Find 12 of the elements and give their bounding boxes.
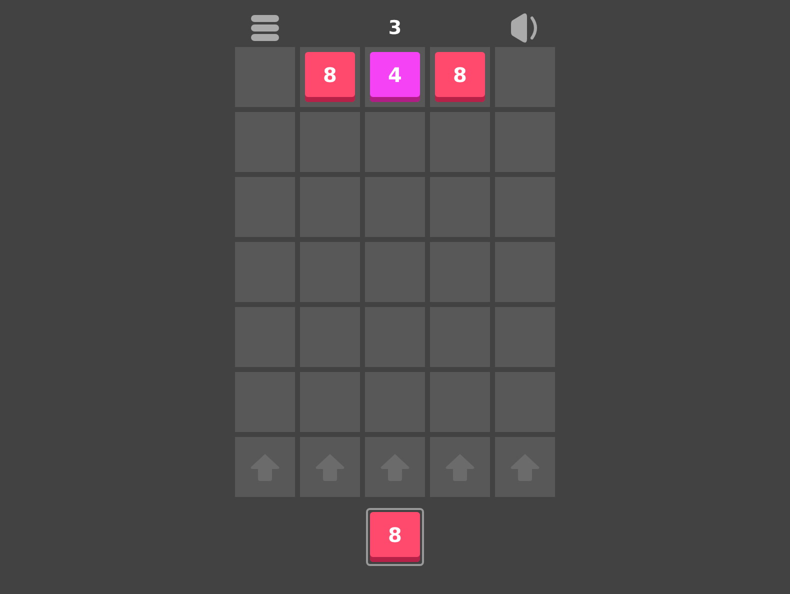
number-tile: 8 bbox=[305, 52, 355, 102]
drop-column-button[interactable] bbox=[430, 437, 490, 497]
number-tile: 8 bbox=[370, 512, 420, 562]
drop-column-button[interactable] bbox=[365, 437, 425, 497]
drop-column-button[interactable] bbox=[495, 437, 555, 497]
speaker-icon[interactable] bbox=[510, 12, 539, 44]
menu-icon[interactable] bbox=[251, 15, 279, 41]
drop-column-button[interactable] bbox=[235, 437, 295, 497]
number-tile: 8 bbox=[435, 52, 485, 102]
number-tile: 4 bbox=[370, 52, 420, 102]
drop-column-button[interactable] bbox=[300, 437, 360, 497]
score-value: 3 bbox=[388, 17, 402, 39]
